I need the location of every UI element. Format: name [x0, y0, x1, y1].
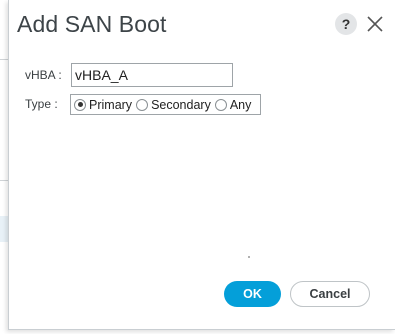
- radio-unselected-icon: [136, 98, 149, 111]
- artifact-dot: [248, 256, 250, 258]
- close-icon: [367, 16, 383, 32]
- type-radio-group: Primary Secondary Any: [70, 94, 261, 115]
- type-option-primary[interactable]: Primary: [74, 98, 132, 112]
- radio-selected-icon: [74, 98, 86, 111]
- help-button[interactable]: ?: [335, 13, 357, 35]
- type-option-label: Any: [229, 97, 252, 112]
- cancel-button[interactable]: Cancel: [290, 281, 370, 307]
- vhba-label: vHBA :: [25, 68, 62, 82]
- type-label: Type :: [25, 97, 58, 111]
- type-option-label: Primary: [89, 97, 133, 112]
- close-button[interactable]: [365, 14, 385, 34]
- ok-button[interactable]: OK: [224, 281, 281, 307]
- add-san-boot-dialog: Add SAN Boot ? vHBA : Type : Primary Sec…: [8, 0, 395, 330]
- type-option-secondary[interactable]: Secondary: [136, 98, 211, 112]
- dialog-title: Add SAN Boot: [17, 11, 167, 37]
- type-option-label: Secondary: [151, 97, 211, 112]
- radio-unselected-icon: [214, 98, 227, 111]
- type-option-any[interactable]: Any: [214, 97, 252, 112]
- vhba-input[interactable]: [71, 63, 233, 87]
